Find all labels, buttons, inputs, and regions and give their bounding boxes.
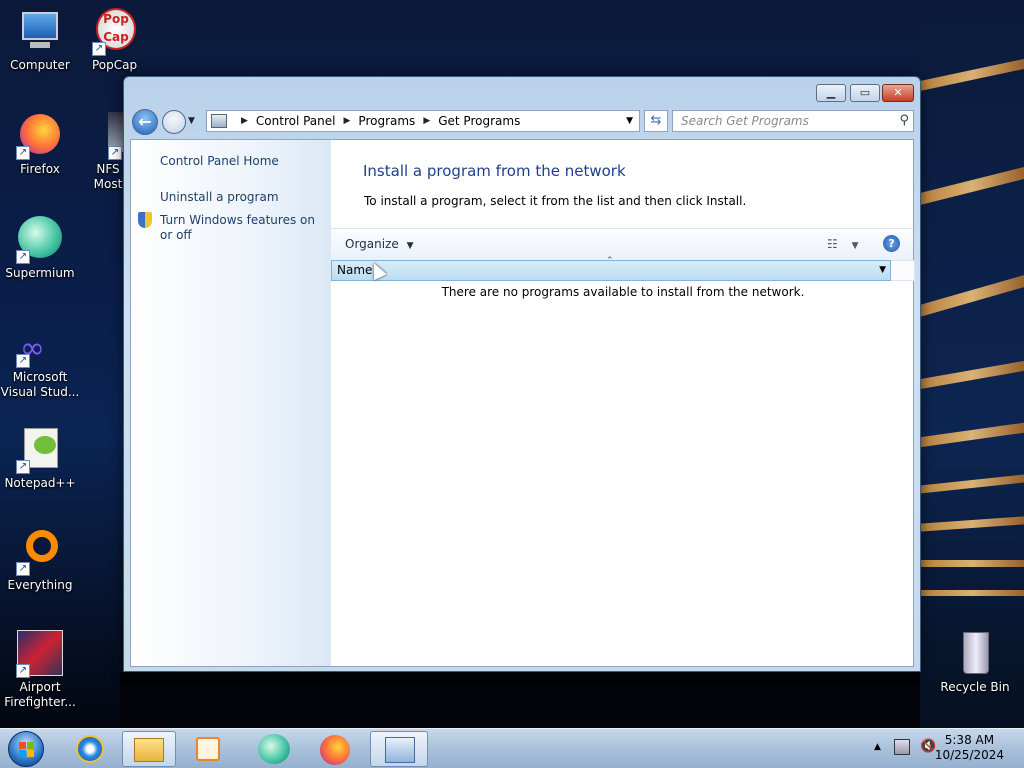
firefox-icon bbox=[320, 735, 350, 765]
search-placeholder: Search Get Programs bbox=[681, 114, 809, 128]
breadcrumb-separator-icon[interactable]: ▶ bbox=[241, 116, 248, 126]
desktop-icon-label: Everything bbox=[7, 578, 73, 592]
uninstall-program-link[interactable]: Uninstall a program bbox=[160, 190, 279, 205]
start-button[interactable] bbox=[4, 729, 48, 768]
desktop-icon-everything[interactable]: ↗ Everything bbox=[0, 528, 80, 593]
windows-features-link[interactable]: Turn Windows features on or off bbox=[160, 213, 320, 243]
search-icon[interactable]: ⚲ bbox=[899, 111, 909, 131]
back-button[interactable]: ← bbox=[132, 109, 158, 135]
desktop-icon-label: Notepad++ bbox=[4, 476, 76, 490]
details-view-icon: ☷ bbox=[827, 237, 838, 251]
clock[interactable]: 5:38 AM 10/25/2024 bbox=[935, 733, 1004, 763]
desktop-icon-notepadpp[interactable]: ↗ Notepad++ bbox=[0, 426, 80, 491]
view-options-button[interactable]: ☷ ▼ bbox=[827, 237, 859, 251]
volume-muted-icon[interactable]: 🔇 bbox=[920, 739, 936, 754]
notification-area: ▲ 🔇 5:38 AM 10/25/2024 bbox=[864, 729, 1024, 768]
desktop-icon-airport-firefighter[interactable]: ↗ Airport Firefighter... bbox=[0, 630, 80, 710]
computer-icon bbox=[16, 8, 64, 56]
search-input[interactable]: Search Get Programs ⚲ bbox=[672, 110, 914, 132]
desktop-icon-label: Microsoft Visual Stud... bbox=[0, 370, 80, 399]
content-area: Control Panel Home Uninstall a program T… bbox=[130, 139, 915, 667]
desktop-icon-label: Recycle Bin bbox=[940, 680, 1010, 694]
organize-button[interactable]: Organize ▼ bbox=[345, 237, 414, 251]
column-dropdown-icon[interactable]: ▼ bbox=[879, 261, 886, 280]
control-panel-home-link[interactable]: Control Panel Home bbox=[160, 154, 279, 169]
page-title: Install a program from the network bbox=[363, 162, 626, 180]
airport-firefighter-icon: ↗ bbox=[16, 630, 64, 678]
chevron-down-icon: ▼ bbox=[406, 241, 414, 251]
address-bar[interactable]: ▶ Control Panel ▶ Programs ▶ Get Program… bbox=[206, 110, 640, 132]
taskbar-control-panel[interactable] bbox=[370, 731, 428, 767]
refresh-button[interactable]: ⇆ bbox=[644, 110, 668, 132]
close-button[interactable]: ✕ bbox=[882, 84, 914, 102]
breadcrumb-get-programs[interactable]: Get Programs bbox=[438, 114, 520, 128]
windows-logo-icon bbox=[8, 731, 44, 767]
back-arrow-icon: ← bbox=[138, 112, 152, 131]
recent-pages-dropdown[interactable]: ▼ bbox=[188, 116, 195, 126]
column-header-name[interactable]: Name ⌃ ▼ bbox=[331, 256, 891, 281]
breadcrumb-programs[interactable]: Programs bbox=[358, 114, 415, 128]
recycle-bin-icon bbox=[951, 630, 999, 678]
taskbar-firefox[interactable] bbox=[308, 731, 362, 767]
breadcrumb-separator-icon[interactable]: ▶ bbox=[344, 116, 351, 126]
everything-icon: ↗ bbox=[16, 528, 64, 576]
main-pane: Install a program from the network To in… bbox=[331, 140, 915, 666]
firefox-icon: ↗ bbox=[16, 112, 64, 160]
maximize-button[interactable]: ▭ bbox=[850, 84, 880, 102]
notepadpp-icon: ↗ bbox=[16, 426, 64, 474]
navigation-bar: ← ▼ ▶ Control Panel ▶ Programs ▶ Get Pro… bbox=[130, 107, 914, 135]
desktop-icon-visual-studio[interactable]: ∞ ↗ Microsoft Visual Stud... bbox=[0, 330, 80, 400]
clock-date: 10/25/2024 bbox=[934, 748, 1004, 762]
internet-explorer-icon bbox=[76, 735, 104, 763]
desktop-icon-label: Airport Firefighter... bbox=[4, 680, 76, 709]
supermium-icon: ↗ bbox=[16, 216, 64, 264]
shield-icon bbox=[138, 212, 152, 228]
help-icon: ? bbox=[888, 237, 895, 250]
sort-indicator-icon: ⌃ bbox=[606, 256, 614, 266]
taskbar-explorer[interactable] bbox=[122, 731, 176, 767]
empty-list-message: There are no programs available to insta… bbox=[441, 285, 805, 299]
refresh-icon: ⇆ bbox=[650, 113, 662, 128]
desktop-icon-label: Supermium bbox=[5, 266, 75, 280]
chevron-down-icon: ▼ bbox=[851, 241, 859, 251]
navigation-pane: Control Panel Home Uninstall a program T… bbox=[131, 140, 331, 666]
breadcrumb-separator-icon[interactable]: ▶ bbox=[423, 116, 430, 126]
taskbar-internet-explorer[interactable] bbox=[64, 731, 118, 767]
visual-studio-icon: ∞ ↗ bbox=[16, 330, 64, 368]
organize-label: Organize bbox=[345, 237, 399, 251]
taskbar: ▲ 🔇 5:38 AM 10/25/2024 bbox=[0, 728, 1024, 768]
minimize-button[interactable]: ▁ bbox=[816, 84, 846, 102]
desktop-icon-firefox[interactable]: ↗ Firefox bbox=[0, 112, 80, 177]
show-hidden-icons-button[interactable]: ▲ bbox=[874, 742, 881, 752]
media-player-icon bbox=[196, 737, 220, 761]
taskbar-supermium[interactable] bbox=[248, 731, 302, 767]
desktop-icon-computer[interactable]: Computer bbox=[0, 8, 80, 73]
explorer-icon bbox=[134, 738, 164, 762]
breadcrumb-control-panel[interactable]: Control Panel bbox=[256, 114, 336, 128]
taskbar-media-player[interactable] bbox=[182, 731, 236, 767]
control-panel-icon bbox=[385, 737, 415, 763]
get-programs-window: ▁ ▭ ✕ ← ▼ ▶ Control Panel ▶ Programs ▶ G… bbox=[123, 76, 921, 672]
popcap-icon: Pop Cap ↗ bbox=[92, 8, 140, 56]
desktop-icon-popcap[interactable]: PopCap ↗ PopCap Game W... bbox=[76, 8, 156, 73]
desktop-icon-label: Computer bbox=[10, 58, 70, 72]
network-icon[interactable] bbox=[894, 739, 910, 755]
forward-button[interactable] bbox=[162, 110, 186, 134]
desktop-icon-recycle-bin[interactable]: Recycle Bin bbox=[935, 630, 1015, 695]
column-header-empty bbox=[891, 260, 915, 281]
desktop-icon-supermium[interactable]: ↗ Supermium bbox=[0, 216, 80, 281]
instructions-text: To install a program, select it from the… bbox=[364, 194, 747, 208]
control-panel-icon bbox=[211, 114, 227, 128]
help-button[interactable]: ? bbox=[883, 235, 900, 252]
desktop-icon-label: PopCap Game W... bbox=[92, 58, 140, 72]
clock-time: 5:38 AM bbox=[944, 733, 995, 747]
command-bar: Organize ▼ ☷ ▼ ? bbox=[331, 228, 913, 260]
desktop-icon-label: Firefox bbox=[20, 162, 60, 176]
address-dropdown-icon[interactable]: ▼ bbox=[626, 116, 633, 126]
supermium-icon bbox=[258, 734, 290, 764]
desktop-icon-label: NFS Most Wanted bbox=[93, 162, 123, 191]
